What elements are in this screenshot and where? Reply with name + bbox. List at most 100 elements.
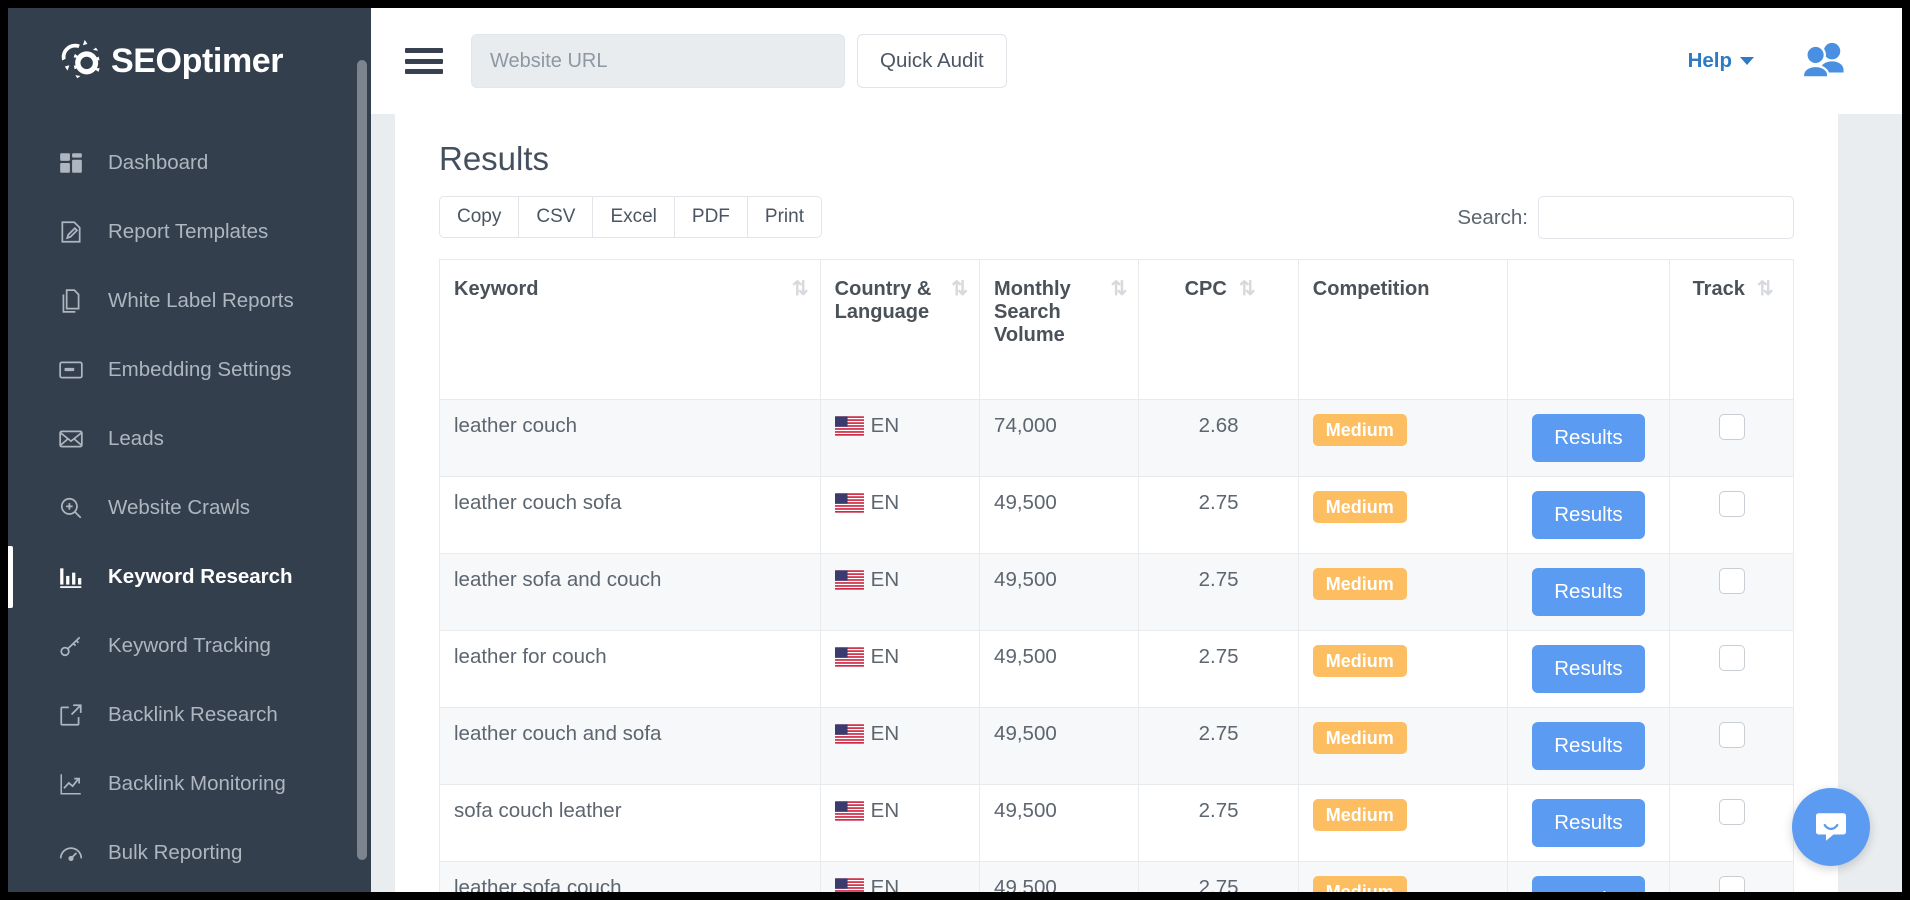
cell-keyword: sofa couch leather: [440, 785, 821, 862]
cell-language: EN: [871, 799, 899, 823]
track-checkbox[interactable]: [1719, 722, 1745, 748]
track-checkbox[interactable]: [1719, 414, 1745, 440]
search-area: Search:: [1457, 196, 1794, 239]
cell-competition: Medium: [1298, 554, 1507, 631]
sidebar-item-label: Embedding Settings: [108, 358, 291, 382]
chat-smile-icon[interactable]: [1792, 788, 1870, 866]
col-country-language-label: Country & Language: [835, 278, 946, 324]
col-competition[interactable]: Competition: [1298, 260, 1507, 400]
results-button[interactable]: Results: [1532, 722, 1644, 770]
sidebar-item-report-templates[interactable]: Report Templates: [8, 197, 371, 266]
cell-action: Results: [1507, 708, 1669, 785]
external-link-icon: [56, 700, 86, 730]
sidebar-item-keyword-tracking[interactable]: Keyword Tracking: [8, 611, 371, 680]
csv-button[interactable]: CSV: [518, 196, 592, 238]
track-checkbox[interactable]: [1719, 645, 1745, 671]
us-flag-icon: [835, 416, 864, 436]
cell-cpc: 2.75: [1139, 631, 1298, 708]
help-menu[interactable]: Help: [1688, 49, 1754, 73]
results-button[interactable]: Results: [1532, 645, 1644, 693]
dashboard-grid-icon: [56, 148, 86, 178]
col-actions: [1507, 260, 1669, 400]
excel-button[interactable]: Excel: [592, 196, 673, 238]
results-button[interactable]: Results: [1532, 799, 1644, 847]
status-badge: Medium: [1313, 876, 1407, 892]
results-button[interactable]: Results: [1532, 491, 1644, 539]
sidebar-item-website-crawls[interactable]: Website Crawls: [8, 473, 371, 542]
col-cpc[interactable]: CPC ⇅: [1139, 260, 1298, 400]
print-button[interactable]: Print: [747, 196, 822, 238]
sidebar-item-bulk-reporting[interactable]: Bulk Reporting: [8, 818, 371, 887]
table-row: leather for couch EN 49,500: [440, 631, 1794, 708]
sidebar-item-label: Website Crawls: [108, 496, 250, 520]
cell-action: Results: [1507, 862, 1669, 893]
sidebar-item-label: Backlink Research: [108, 703, 278, 727]
chevron-down-icon: [1740, 57, 1754, 65]
sort-icon: ⇅: [1239, 279, 1253, 299]
key-icon: [56, 631, 86, 661]
table-row: leather sofa and couch EN 4: [440, 554, 1794, 631]
cell-track: [1670, 708, 1794, 785]
cell-volume: 49,500: [980, 785, 1139, 862]
cell-keyword: leather for couch: [440, 631, 821, 708]
sidebar-item-label: Keyword Tracking: [108, 634, 271, 658]
hamburger-icon[interactable]: [405, 48, 443, 74]
col-country-language[interactable]: Country & Language ⇅: [820, 260, 979, 400]
cell-language: EN: [871, 722, 899, 746]
us-flag-icon: [835, 493, 864, 513]
track-checkbox[interactable]: [1719, 799, 1745, 825]
cell-language: EN: [871, 491, 899, 515]
pdf-button[interactable]: PDF: [674, 196, 747, 238]
col-track[interactable]: Track ⇅: [1670, 260, 1794, 400]
brand-logo-area[interactable]: SEOptimer: [8, 8, 371, 114]
cell-action: Results: [1507, 400, 1669, 477]
pencil-document-icon: [56, 217, 86, 247]
status-badge: Medium: [1313, 645, 1407, 677]
sidebar: SEOptimer Dashboard Report Templates Whi: [8, 8, 371, 892]
cell-keyword: leather couch sofa: [440, 477, 821, 554]
sidebar-item-label: Report Templates: [108, 220, 268, 244]
sidebar-item-leads[interactable]: Leads: [8, 404, 371, 473]
cell-cpc: 2.75: [1139, 708, 1298, 785]
export-button-group: Copy CSV Excel PDF Print: [439, 196, 822, 238]
sidebar-item-keyword-research[interactable]: Keyword Research: [8, 542, 371, 611]
sidebar-item-embedding-settings[interactable]: Embedding Settings: [8, 335, 371, 404]
sidebar-scrollbar[interactable]: [357, 60, 367, 860]
us-flag-icon: [835, 878, 864, 892]
cell-keyword: leather couch: [440, 400, 821, 477]
cell-country-language: EN: [820, 400, 979, 477]
website-url-input[interactable]: [471, 34, 845, 88]
results-button[interactable]: Results: [1532, 568, 1644, 616]
quick-audit-button[interactable]: Quick Audit: [857, 34, 1007, 88]
sidebar-item-backlink-research[interactable]: Backlink Research: [8, 680, 371, 749]
magnifier-plus-icon: [56, 493, 86, 523]
cell-volume: 49,500: [980, 862, 1139, 893]
copy-button[interactable]: Copy: [439, 196, 518, 238]
track-checkbox[interactable]: [1719, 876, 1745, 892]
table-body: leather couch EN 74,000: [440, 400, 1794, 893]
cell-track: [1670, 554, 1794, 631]
col-monthly-search-volume[interactable]: Monthly Search Volume ⇅: [980, 260, 1139, 400]
cell-competition: Medium: [1298, 477, 1507, 554]
sidebar-item-backlink-monitoring[interactable]: Backlink Monitoring: [8, 749, 371, 818]
cell-cpc: 2.68: [1139, 400, 1298, 477]
users-avatar-icon[interactable]: [1800, 41, 1846, 81]
col-monthly-search-volume-label: Monthly Search Volume: [994, 278, 1105, 347]
envelope-icon: [56, 424, 86, 454]
track-checkbox[interactable]: [1719, 568, 1745, 594]
page-title: Results: [395, 140, 1838, 196]
results-button[interactable]: Results: [1532, 414, 1644, 462]
results-button[interactable]: Results: [1532, 876, 1644, 892]
track-checkbox[interactable]: [1719, 491, 1745, 517]
table-row: leather sofa couch EN 49,50: [440, 862, 1794, 893]
cell-track: [1670, 477, 1794, 554]
sidebar-item-dashboard[interactable]: Dashboard: [8, 128, 371, 197]
table-row: leather couch and sofa EN 4: [440, 708, 1794, 785]
cell-cpc: 2.75: [1139, 785, 1298, 862]
embed-card-icon: [56, 355, 86, 385]
sidebar-item-white-label-reports[interactable]: White Label Reports: [8, 266, 371, 335]
documents-copy-icon: [56, 286, 86, 316]
col-keyword[interactable]: Keyword ⇅: [440, 260, 821, 400]
search-input[interactable]: [1538, 196, 1794, 239]
cell-volume: 74,000: [980, 400, 1139, 477]
